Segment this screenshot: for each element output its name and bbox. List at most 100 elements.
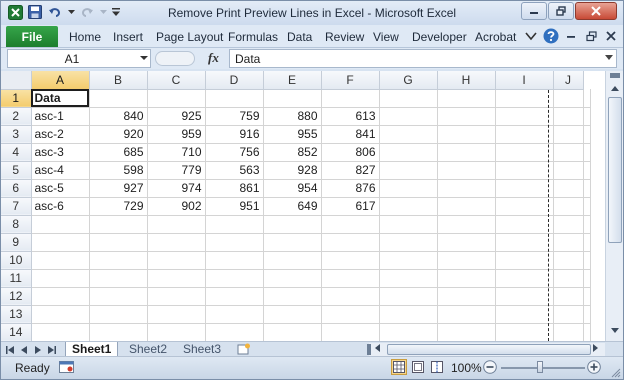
cell-b10[interactable] <box>89 251 148 270</box>
vertical-split-handle[interactable] <box>610 73 620 78</box>
tab-formulas[interactable]: Formulas <box>228 30 278 44</box>
cell-h5[interactable] <box>437 161 496 180</box>
cell-g13[interactable] <box>379 305 438 324</box>
redo-icon[interactable] <box>79 4 95 20</box>
cell-f1[interactable] <box>321 89 380 108</box>
tab-data[interactable]: Data <box>287 30 312 44</box>
cell-b12[interactable] <box>89 287 148 306</box>
column-header-g[interactable]: G <box>379 71 438 90</box>
cell-h13[interactable] <box>437 305 496 324</box>
cell-b8[interactable] <box>89 215 148 234</box>
page-break-preview-icon[interactable] <box>429 359 445 375</box>
horizontal-scrollbar[interactable] <box>367 343 605 356</box>
undo-dropdown-icon[interactable] <box>67 4 75 20</box>
cell-g9[interactable] <box>379 233 438 252</box>
undo-icon[interactable] <box>47 4 63 20</box>
cell-h9[interactable] <box>437 233 496 252</box>
cell-a10[interactable] <box>31 251 90 270</box>
cell-a7[interactable]: asc-6 <box>31 197 90 216</box>
row-header[interactable]: 10 <box>1 251 32 270</box>
cell-h1[interactable] <box>437 89 496 108</box>
cell-f9[interactable] <box>321 233 380 252</box>
horizontal-scroll-thumb[interactable] <box>387 344 591 355</box>
cell-i5[interactable] <box>495 161 554 180</box>
cell-j2[interactable] <box>553 107 584 126</box>
cell-e7[interactable]: 649 <box>263 197 322 216</box>
cell-h10[interactable] <box>437 251 496 270</box>
cell-d6[interactable]: 861 <box>205 179 264 198</box>
cell-overflow[interactable] <box>583 269 591 288</box>
scroll-down-icon[interactable] <box>608 323 622 337</box>
cell-b1[interactable] <box>89 89 148 108</box>
cell-j13[interactable] <box>553 305 584 324</box>
cell-a6[interactable]: asc-5 <box>31 179 90 198</box>
ribbon-collapse-icon[interactable] <box>523 28 539 44</box>
cell-i4[interactable] <box>495 143 554 162</box>
cell-c3[interactable]: 959 <box>147 125 206 144</box>
row-header[interactable]: 12 <box>1 287 32 306</box>
insert-function-button[interactable]: fx <box>208 50 219 66</box>
cell-f3[interactable]: 841 <box>321 125 380 144</box>
cell-i2[interactable] <box>495 107 554 126</box>
cell-j4[interactable] <box>553 143 584 162</box>
tab-acrobat[interactable]: Acrobat <box>475 30 516 44</box>
cell-d14[interactable] <box>205 323 264 341</box>
cell-g4[interactable] <box>379 143 438 162</box>
cell-h4[interactable] <box>437 143 496 162</box>
cell-f11[interactable] <box>321 269 380 288</box>
cell-e4[interactable]: 852 <box>263 143 322 162</box>
cell-d5[interactable]: 563 <box>205 161 264 180</box>
cell-d12[interactable] <box>205 287 264 306</box>
cell-f13[interactable] <box>321 305 380 324</box>
cell-overflow[interactable] <box>583 125 591 144</box>
cell-b2[interactable]: 840 <box>89 107 148 126</box>
column-header-h[interactable]: H <box>437 71 496 90</box>
cell-d10[interactable] <box>205 251 264 270</box>
cell-b13[interactable] <box>89 305 148 324</box>
cell-j3[interactable] <box>553 125 584 144</box>
cell-f10[interactable] <box>321 251 380 270</box>
row-header[interactable]: 5 <box>1 161 32 180</box>
cell-b9[interactable] <box>89 233 148 252</box>
cell-overflow[interactable] <box>583 233 591 252</box>
cell-f12[interactable] <box>321 287 380 306</box>
cell-a12[interactable] <box>31 287 90 306</box>
row-header[interactable]: 14 <box>1 323 32 341</box>
workbook-restore-icon[interactable] <box>583 28 599 44</box>
restore-button[interactable] <box>548 2 574 20</box>
cell-b4[interactable]: 685 <box>89 143 148 162</box>
cell-e3[interactable]: 955 <box>263 125 322 144</box>
cell-b6[interactable]: 927 <box>89 179 148 198</box>
cell-i13[interactable] <box>495 305 554 324</box>
column-header-e[interactable]: E <box>263 71 322 90</box>
cell-g7[interactable] <box>379 197 438 216</box>
cell-i14[interactable] <box>495 323 554 341</box>
cell-h12[interactable] <box>437 287 496 306</box>
cell-i1[interactable] <box>495 89 554 108</box>
cell-a1[interactable]: Data <box>31 89 90 108</box>
redo-dropdown-icon[interactable] <box>99 4 107 20</box>
cell-c14[interactable] <box>147 323 206 341</box>
cell-f7[interactable]: 617 <box>321 197 380 216</box>
cell-c5[interactable]: 779 <box>147 161 206 180</box>
sheet-tab-sheet2[interactable]: Sheet2 <box>123 342 173 357</box>
cell-a4[interactable]: asc-3 <box>31 143 90 162</box>
save-icon[interactable] <box>27 4 43 20</box>
cell-c2[interactable]: 925 <box>147 107 206 126</box>
first-sheet-icon[interactable] <box>5 344 14 356</box>
vertical-scroll-thumb[interactable] <box>608 97 622 243</box>
row-header[interactable]: 4 <box>1 143 32 162</box>
cell-overflow[interactable] <box>583 251 591 270</box>
cell-h3[interactable] <box>437 125 496 144</box>
scroll-left-icon[interactable] <box>375 343 385 356</box>
column-header-b[interactable]: B <box>89 71 148 90</box>
cell-e10[interactable] <box>263 251 322 270</box>
cell-d2[interactable]: 759 <box>205 107 264 126</box>
help-icon[interactable] <box>543 28 559 44</box>
cell-g12[interactable] <box>379 287 438 306</box>
cell-j5[interactable] <box>553 161 584 180</box>
cell-c1[interactable] <box>147 89 206 108</box>
cell-f5[interactable]: 827 <box>321 161 380 180</box>
cell-h8[interactable] <box>437 215 496 234</box>
next-sheet-icon[interactable] <box>33 344 42 356</box>
